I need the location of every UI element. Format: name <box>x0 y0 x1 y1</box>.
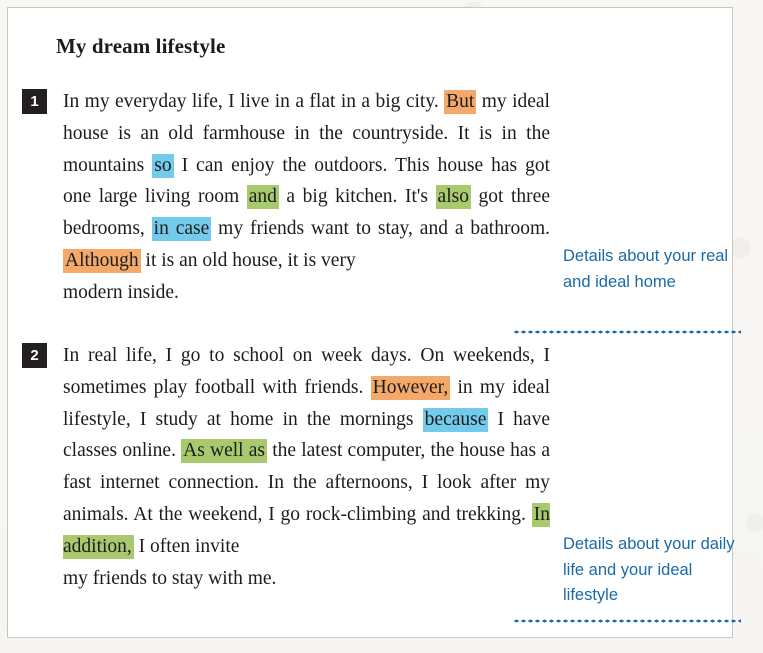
text-run: I often invite <box>133 535 240 557</box>
annotation-real-and-ideal-home: Details about your real and ideal home <box>563 247 729 291</box>
worksheet-card: My dream lifestyle 1 In my everyday life… <box>7 7 741 638</box>
paragraph-number-badge-2: 2 <box>22 343 47 368</box>
text-run: it is an old house, it is very <box>140 249 356 271</box>
text-run: a big kitchen. It's <box>278 186 436 208</box>
annotation-daily-life-and-ideal-lifestyle: Details about your daily life and your i… <box>563 535 735 604</box>
dotted-divider-1 <box>513 330 741 334</box>
worksheet-page: My dream lifestyle 1 In my everyday life… <box>0 0 763 653</box>
text-run: modern inside. <box>63 281 179 303</box>
paragraph-block-1: 1 In my everyday life, I live in a flat … <box>22 86 552 309</box>
highlight-green: and <box>246 185 279 210</box>
highlight-orange: But <box>444 90 477 114</box>
paragraph-text-1: In my everyday life, I live in a flat in… <box>63 86 550 309</box>
highlight-blue: so <box>152 153 174 178</box>
highlight-green: also <box>435 185 471 210</box>
text-run: my friends want to stay, and a bathroom. <box>211 218 550 240</box>
highlight-blue: because <box>422 407 489 432</box>
paragraph-text-2: In real life, I go to school on week day… <box>63 340 550 594</box>
highlight-orange: Although <box>63 248 141 273</box>
highlight-green: As well as <box>181 439 268 464</box>
highlight-blue: in case <box>151 217 212 242</box>
text-run: my friends to stay with me. <box>63 567 277 589</box>
text-run: In my everyday life, I live in a flat in… <box>63 91 445 112</box>
dotted-divider-2 <box>513 619 741 623</box>
highlight-orange: However, <box>370 375 451 400</box>
paragraph-block-2: 2 In real life, I go to school on week d… <box>22 340 552 594</box>
paragraph-number-badge-1: 1 <box>22 89 47 114</box>
page-title: My dream lifestyle <box>56 34 226 58</box>
